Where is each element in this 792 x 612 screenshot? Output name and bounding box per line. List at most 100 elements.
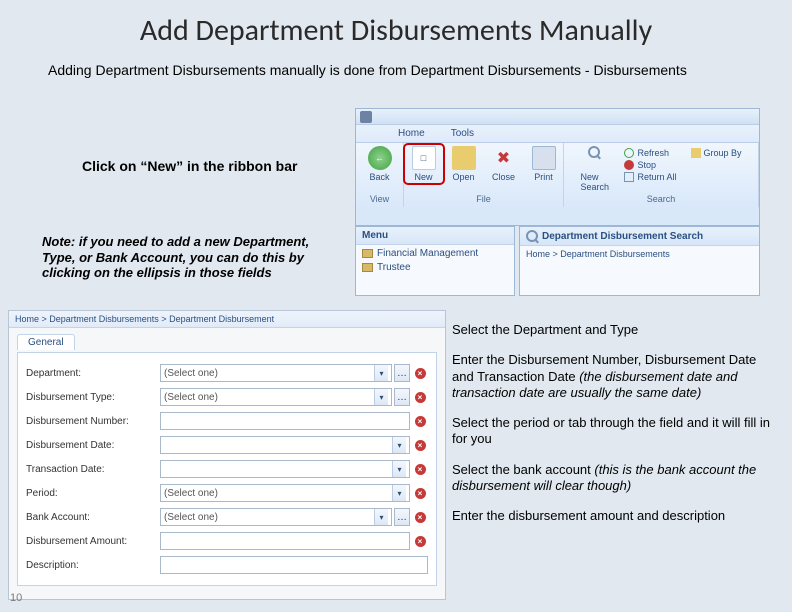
back-arrow-icon: ←: [368, 146, 392, 170]
row-period: Period: (Select one) ▾ ×: [26, 481, 428, 505]
tab-home[interactable]: Home: [398, 128, 425, 139]
disbursement-form: Home > Department Disbursements > Depart…: [8, 310, 446, 600]
return-all-checkbox[interactable]: Return All: [624, 172, 676, 182]
tab-tools[interactable]: Tools: [451, 128, 474, 139]
type-value: (Select one): [164, 392, 218, 403]
menu-item-label: Trustee: [377, 262, 411, 273]
number-field[interactable]: [160, 412, 410, 430]
department-ellipsis-button[interactable]: …: [394, 364, 410, 382]
page-title: Add Department Disbursements Manually: [0, 0, 792, 55]
delete-icon: ×: [415, 512, 426, 523]
row-bank-account: Bank Account: (Select one)▾ … ×: [26, 505, 428, 529]
menu-item-trustee[interactable]: Trustee: [362, 262, 508, 273]
note-text: Note: if you need to add a new Departmen…: [42, 234, 342, 281]
close-button[interactable]: ✖ Close: [486, 146, 522, 182]
delete-icon: ×: [415, 416, 426, 427]
row-disbursement-type: Disbursement Type: (Select one)▾ … ×: [26, 385, 428, 409]
date-field[interactable]: ▾: [160, 436, 410, 454]
menu-item-label: Financial Management: [377, 248, 478, 259]
instruction-2: Enter the Disbursement Number, Disbursem…: [452, 352, 780, 401]
bank-clear-button[interactable]: ×: [412, 508, 428, 526]
close-icon: ✖: [492, 146, 516, 170]
search-options: Refresh Stop Return All: [624, 146, 676, 182]
folder-icon: [362, 263, 373, 272]
row-description: Description:: [26, 553, 428, 577]
label-period: Period:: [26, 488, 154, 499]
date-clear-button[interactable]: ×: [412, 436, 428, 454]
menu-header: Menu: [356, 227, 514, 245]
search-pane-header: Department Disbursement Search: [520, 227, 759, 246]
chevron-down-icon: ▾: [374, 389, 388, 405]
print-button[interactable]: Print: [526, 146, 562, 182]
instruction-1: Select the Department and Type: [452, 322, 780, 338]
tab-general[interactable]: General: [17, 334, 75, 350]
search-icon: [526, 230, 538, 242]
refresh-label: Refresh: [637, 148, 669, 158]
label-department: Department:: [26, 368, 154, 379]
type-clear-button[interactable]: ×: [412, 388, 428, 406]
row-disbursement-date: Disbursement Date: ▾ ×: [26, 433, 428, 457]
folder-icon: [362, 249, 373, 258]
chevron-down-icon: ▾: [392, 437, 406, 453]
open-button[interactable]: Open: [446, 146, 482, 182]
group-label-file: File: [410, 192, 557, 206]
refresh-icon: [624, 148, 634, 158]
new-search-button[interactable]: New Search: [580, 146, 620, 192]
period-clear-button[interactable]: ×: [412, 484, 428, 502]
chevron-down-icon: ▾: [374, 365, 388, 381]
bank-ellipsis-button[interactable]: …: [394, 508, 410, 526]
txn-date-field[interactable]: ▾: [160, 460, 410, 478]
amount-clear-button[interactable]: ×: [412, 532, 428, 550]
bank-field[interactable]: (Select one)▾: [160, 508, 392, 526]
checkbox-icon: [624, 172, 634, 182]
page-number: 10: [10, 592, 22, 604]
group-by-label: Group By: [704, 148, 742, 158]
back-button[interactable]: ← Back: [362, 146, 398, 182]
stop-button[interactable]: Stop: [624, 160, 676, 170]
label-desc: Description:: [26, 560, 154, 571]
form-body: Department: (Select one) ▾ … × Disburseme…: [17, 352, 437, 586]
close-label: Close: [492, 172, 515, 182]
delete-icon: ×: [415, 440, 426, 451]
desc-field[interactable]: [160, 556, 428, 574]
menu-item-financial[interactable]: Financial Management: [362, 248, 508, 259]
label-number: Disbursement Number:: [26, 416, 154, 427]
ribbon-tabs: Home Tools: [356, 125, 759, 143]
new-search-label: New Search: [580, 172, 620, 192]
chevron-down-icon: ▾: [392, 485, 406, 501]
department-field[interactable]: (Select one)▾: [160, 364, 392, 382]
ribbon-bar: Home Tools ← Back View □ New Open: [355, 108, 760, 226]
app-logo-icon: [360, 111, 372, 123]
breadcrumb[interactable]: Home > Department Disbursements: [526, 249, 753, 259]
txn-date-clear-button[interactable]: ×: [412, 460, 428, 478]
period-field[interactable]: (Select one) ▾: [160, 484, 410, 502]
delete-icon: ×: [415, 392, 426, 403]
group-label-search: Search: [570, 192, 752, 206]
department-clear-button[interactable]: ×: [412, 364, 428, 382]
search-options-2: Group By: [691, 146, 742, 158]
ribbon-titlebar: [356, 109, 759, 125]
back-label: Back: [369, 172, 389, 182]
delete-icon: ×: [415, 536, 426, 547]
type-ellipsis-button[interactable]: …: [394, 388, 410, 406]
delete-icon: ×: [415, 464, 426, 475]
amount-field[interactable]: [160, 532, 410, 550]
open-label: Open: [452, 172, 474, 182]
row-transaction-date: Transaction Date: ▾ ×: [26, 457, 428, 481]
ribbon-group-file: □ New Open ✖ Close Print File: [404, 143, 564, 207]
refresh-button[interactable]: Refresh: [624, 148, 676, 158]
instruction-5: Enter the disbursement amount and descri…: [452, 508, 780, 524]
ribbon-group-view: ← Back View: [356, 143, 404, 207]
new-button[interactable]: □ New: [406, 146, 442, 182]
search-pane-title: Department Disbursement Search: [542, 231, 703, 242]
type-field[interactable]: (Select one) ▾: [160, 388, 392, 406]
form-breadcrumb[interactable]: Home > Department Disbursements > Depart…: [9, 311, 445, 328]
period-value: (Select one): [164, 488, 218, 499]
delete-icon: ×: [415, 488, 426, 499]
row-disbursement-number: Disbursement Number: ×: [26, 409, 428, 433]
open-folder-icon: [452, 146, 476, 170]
row-amount: Disbursement Amount: ×: [26, 529, 428, 553]
group-by-button[interactable]: Group By: [691, 148, 742, 158]
label-amount: Disbursement Amount:: [26, 536, 154, 547]
number-clear-button[interactable]: ×: [412, 412, 428, 430]
